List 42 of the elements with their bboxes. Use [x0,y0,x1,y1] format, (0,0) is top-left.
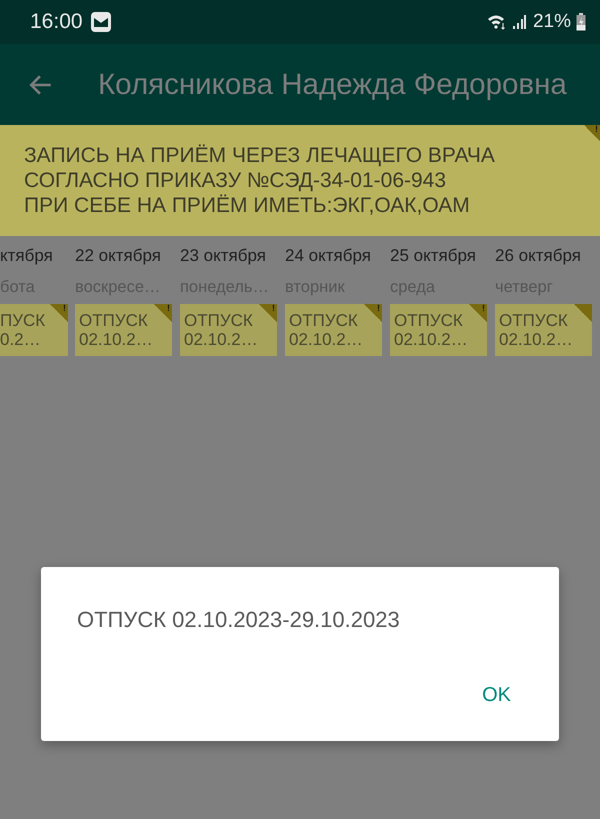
flag-corner: ! [154,304,172,322]
slot-date: 02.10.2… [184,330,258,349]
flag-corner: ! [50,304,68,322]
day-date: 22 октября [75,245,162,267]
slot-label: ОТПУСК [394,311,463,330]
slot-date: 0.2… [0,330,41,349]
slot-date: 02.10.2… [499,330,573,349]
schedule-slot[interactable]: ОТПУСК 02.10.2… [495,304,592,356]
slot-label: ОТПУСК [184,311,253,330]
slot-label: ОТПУСК [289,311,358,330]
screen-title: Колясникова Надежда Федоровна [98,68,567,102]
mail-icon [90,11,112,33]
battery-percent: 21% [532,11,571,33]
ok-button[interactable]: OK [474,680,519,711]
slot-label: ПУСК [0,311,46,330]
day-date: 25 октября [390,245,477,267]
wifi-icon [486,14,507,30]
schedule-slot[interactable]: ОТПУСК 02.10.2… ! [180,304,277,356]
signal-icon [512,14,526,30]
flag-corner: ! [259,304,277,322]
notice-line: ПРИ СЕБЕ НА ПРИЁМ ИМЕТЬ:ЭКГ,ОАК,ОАМ [24,193,471,218]
schedule-slot[interactable]: ОТПУСК 02.10.2… ! [285,304,382,356]
dialog-message: ОТПУСК 02.10.2023-29.10.2023 [77,607,400,633]
flag-corner: ! [469,304,487,322]
slot-date: 02.10.2… [289,330,363,349]
flag-corner: ! [584,125,600,141]
day-date: 24 октября [285,245,372,267]
notice-line: ЗАПИСЬ НА ПРИЁМ ЧЕРЕЗ ЛЕЧАЩЕГО ВРАЧА [24,143,496,168]
day-date: 26 октября [495,245,582,267]
slot-label: ОТПУСК [499,311,568,330]
slot-date: 02.10.2… [79,330,153,349]
day-date: 23 октября [180,245,267,267]
day-date: ктября [0,245,54,267]
schedule-slot[interactable]: ОТПУСК 02.10.2… ! [75,304,172,356]
flag-corner: ! [364,304,382,322]
battery-charging-icon [576,13,586,31]
schedule-slot[interactable]: ПУСК 0.2… ! [0,304,68,356]
slot-label: ОТПУСК [79,311,148,330]
slot-date: 02.10.2… [394,330,468,349]
notice-line: СОГЛАСНО ПРИКАЗУ №СЭД-34-01-06-943 [24,168,448,193]
schedule-slot[interactable]: ОТПУСК 02.10.2… ! [390,304,487,356]
clock-time: 16:00 [30,10,83,34]
